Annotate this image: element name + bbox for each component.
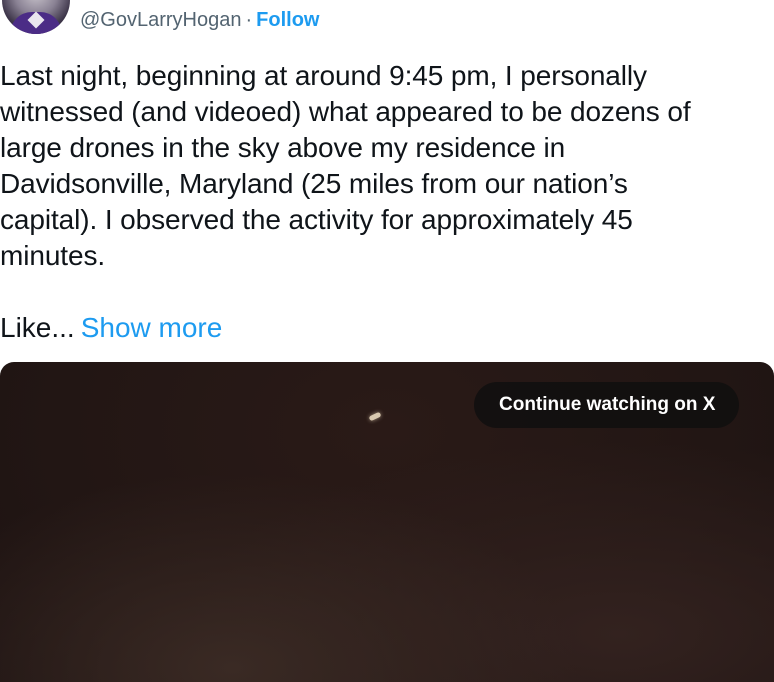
tweet-header: @GovLarryHogan · Follow <box>0 0 774 40</box>
handle-line: @GovLarryHogan · Follow <box>80 8 319 32</box>
continue-watching-button[interactable]: Continue watching on X <box>474 382 740 428</box>
truncated-text: Like... <box>0 312 75 343</box>
separator-dot: · <box>245 9 253 31</box>
tweet-truncation: Like... Show more <box>0 310 222 346</box>
video-player[interactable]: Continue watching on X <box>0 362 774 682</box>
drone-light <box>368 411 382 422</box>
user-handle[interactable]: @GovLarryHogan <box>80 9 241 31</box>
tweet-text: Last night, beginning at around 9:45 pm,… <box>0 60 691 271</box>
follow-button[interactable]: Follow <box>256 9 319 31</box>
tweet-embed: @GovLarryHogan · Follow Last night, beginn… <box>0 0 774 682</box>
avatar[interactable] <box>2 0 70 34</box>
show-more-link[interactable]: Show more <box>81 312 223 343</box>
